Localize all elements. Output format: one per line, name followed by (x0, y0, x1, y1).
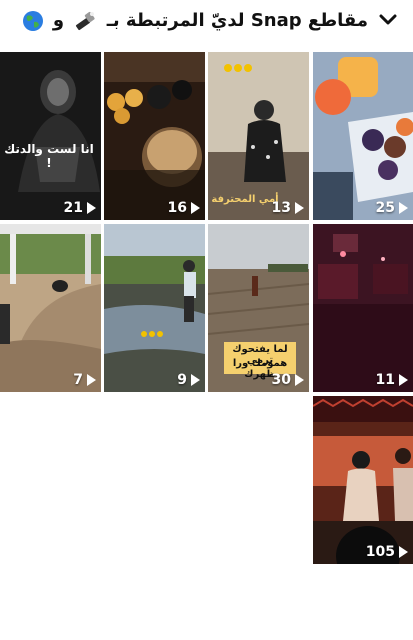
header: مقاطع Snap لديّ المرتبطة بـ و (0, 0, 413, 46)
view-count: 13 (272, 200, 304, 216)
snap-tile[interactable]: 16 (104, 52, 205, 220)
tile-caption: أمي المحترفة (211, 194, 279, 205)
tile-caption: انا لست والدتك ! (4, 142, 94, 170)
tile-thumbnail (313, 224, 413, 392)
snap-tile[interactable]: لما يفتحوك ترمي همومك ورا ظهرك 30 (208, 224, 309, 392)
snap-tile[interactable]: 25 (313, 52, 413, 220)
globe-icon (22, 11, 43, 31)
tile-thumbnail (313, 396, 413, 564)
chevron-down-icon[interactable] (376, 8, 400, 32)
play-icon (87, 374, 96, 386)
snap-tile[interactable]: 7 (0, 224, 101, 392)
view-count: 105 (366, 544, 408, 560)
snap-tile[interactable]: انا لست والدتك ! 21 (0, 52, 101, 220)
page-title: مقاطع Snap لديّ المرتبطة بـ و (19, 8, 368, 34)
title-conjunction: و (52, 10, 65, 31)
tile-thumbnail (313, 52, 413, 220)
view-count: 16 (168, 200, 200, 216)
snap-tile[interactable]: أمي المحترفة 13 (208, 52, 309, 220)
play-icon (399, 546, 408, 558)
play-icon (399, 374, 408, 386)
play-icon (87, 202, 96, 214)
tile-thumbnail (104, 224, 205, 392)
view-count: 7 (73, 372, 96, 388)
play-icon (399, 202, 408, 214)
tile-thumbnail (104, 52, 205, 220)
flashlight-icon (76, 12, 95, 31)
view-count: 21 (64, 200, 96, 216)
view-count: 30 (272, 372, 304, 388)
view-count: 11 (376, 372, 408, 388)
snap-tile[interactable]: 9 (104, 224, 205, 392)
play-icon (295, 374, 304, 386)
tile-thumbnail (0, 52, 101, 220)
play-icon (295, 202, 304, 214)
play-icon (191, 202, 200, 214)
tile-thumbnail (0, 224, 101, 392)
view-count: 25 (376, 200, 408, 216)
play-icon (191, 374, 200, 386)
title-text: مقاطع Snap لديّ المرتبطة بـ (106, 10, 368, 31)
snap-tile[interactable]: 105 (313, 396, 413, 564)
snap-tile[interactable]: 11 (313, 224, 413, 392)
view-count: 9 (177, 372, 200, 388)
